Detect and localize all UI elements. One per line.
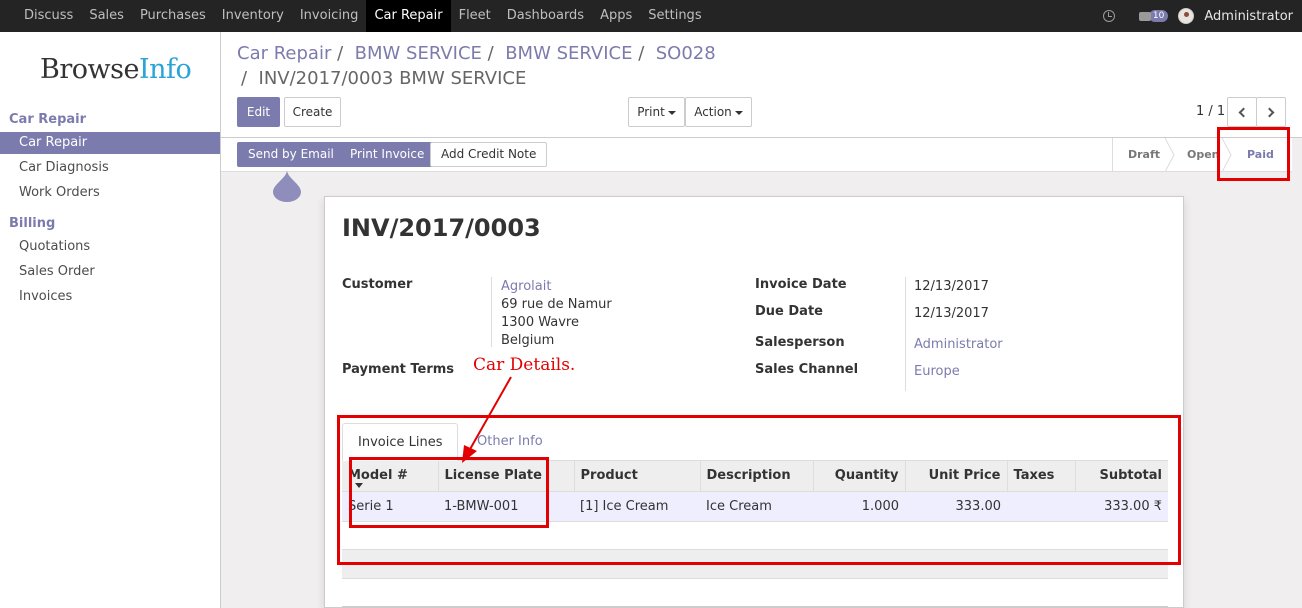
customer-address-street: 69 rue de Namur: [501, 297, 612, 312]
annotation-car-details-label: Car Details.: [473, 355, 576, 375]
sidebar-item-sales-order[interactable]: Sales Order: [0, 261, 220, 283]
status-divider: [1112, 138, 1113, 172]
menu-discuss[interactable]: Discuss: [16, 0, 81, 32]
menu-fleet[interactable]: Fleet: [451, 0, 499, 32]
chevron-left-icon: [1238, 107, 1249, 118]
customer-link[interactable]: Agrolait: [501, 279, 551, 294]
message-count-badge: 10: [1148, 10, 1169, 22]
field-divider: [491, 277, 492, 347]
field-divider: [905, 277, 906, 391]
tip-droplet-icon: [273, 170, 301, 202]
caret-down-icon: [667, 110, 676, 115]
menu-dashboards[interactable]: Dashboards: [499, 0, 592, 32]
annotation-box-car-details: [349, 457, 549, 528]
sidebar-item-work-orders[interactable]: Work Orders: [0, 182, 220, 204]
caret-down-icon: [734, 110, 743, 115]
company-logo: BrowseInfo: [40, 54, 192, 85]
chevron-right-icon: [1264, 107, 1275, 118]
menu-purchases[interactable]: Purchases: [132, 0, 214, 32]
customer-label: Customer: [342, 277, 413, 292]
stage-draft[interactable]: Draft: [1128, 138, 1160, 172]
breadcrumb-bmw-service-2[interactable]: BMW SERVICE: [505, 43, 632, 64]
edit-button[interactable]: Edit: [237, 97, 280, 127]
sidebar-item-invoices[interactable]: Invoices: [0, 286, 220, 308]
salesperson-link[interactable]: Administrator: [914, 337, 1003, 352]
clock-icon[interactable]: [1102, 10, 1115, 22]
print-invoice-button[interactable]: Print Invoice: [339, 142, 436, 167]
page-title: INV/2017/0003 BMW SERVICE: [258, 68, 527, 89]
due-date-value: 12/13/2017: [914, 306, 989, 321]
action-dropdown[interactable]: Action: [685, 97, 752, 127]
salesperson-label: Salesperson: [755, 335, 845, 350]
top-navbar: Discuss Sales Purchases Inventory Invoic…: [0, 0, 1302, 32]
breadcrumb-so028[interactable]: SO028: [656, 43, 716, 64]
menu-inventory[interactable]: Inventory: [214, 0, 292, 32]
avatar[interactable]: [1178, 8, 1195, 24]
sidebar-item-car-diagnosis[interactable]: Car Diagnosis: [0, 157, 220, 179]
user-menu[interactable]: Administrator: [1204, 9, 1293, 24]
customer-address-country: Belgium: [501, 333, 555, 348]
send-by-email-button[interactable]: Send by Email: [237, 142, 345, 167]
invoice-date-value: 12/13/2017: [914, 279, 989, 294]
sidebar-item-quotations[interactable]: Quotations: [0, 236, 220, 258]
systray: 10 Administrator: [1102, 0, 1293, 32]
menu-settings[interactable]: Settings: [640, 0, 709, 32]
sidebar-section-car-repair[interactable]: Car Repair: [9, 112, 86, 127]
messaging-button[interactable]: 10: [1138, 10, 1169, 22]
control-panel: Car Repair / BMW SERVICE / BMW SERVICE /…: [221, 32, 1302, 138]
pager-previous-button[interactable]: [1227, 97, 1257, 127]
payment-terms-label: Payment Terms: [342, 362, 455, 377]
form-statusbar: Send by Email Print Invoice Add Credit N…: [221, 138, 1292, 172]
menu-apps[interactable]: Apps: [592, 0, 640, 32]
annotation-box-paid: [1217, 127, 1290, 181]
sales-channel-label: Sales Channel: [755, 362, 859, 377]
chat-icon: [1138, 11, 1151, 21]
breadcrumb: Car Repair / BMW SERVICE / BMW SERVICE /…: [237, 43, 716, 64]
print-dropdown[interactable]: Print: [628, 97, 685, 127]
app-menu: Discuss Sales Purchases Inventory Invoic…: [0, 0, 710, 32]
due-date-label: Due Date: [755, 304, 823, 319]
sidebar-section-billing[interactable]: Billing: [9, 216, 55, 231]
breadcrumb-car-repair[interactable]: Car Repair: [237, 43, 331, 64]
sidebar-item-car-repair[interactable]: Car Repair: [0, 132, 220, 154]
stage-separator-icon: [1164, 138, 1175, 172]
menu-sales[interactable]: Sales: [81, 0, 132, 32]
sidebar: BrowseInfo Car Repair Car Repair Car Dia…: [0, 32, 221, 608]
create-button[interactable]: Create: [284, 97, 341, 127]
invoice-date-label: Invoice Date: [755, 277, 847, 292]
annotation-arrow-icon: [462, 376, 512, 463]
stage-open[interactable]: Open: [1187, 138, 1220, 172]
menu-invoicing[interactable]: Invoicing: [292, 0, 367, 32]
breadcrumb-bmw-service-1[interactable]: BMW SERVICE: [355, 43, 482, 64]
sales-channel-link[interactable]: Europe: [914, 364, 960, 379]
pager-next-button[interactable]: [1256, 97, 1286, 127]
pager-value[interactable]: 1 / 1: [1196, 104, 1225, 119]
menu-car-repair[interactable]: Car Repair: [366, 0, 451, 32]
breadcrumb-current: / INV/2017/0003 BMW SERVICE: [241, 68, 527, 89]
invoice-number: INV/2017/0003: [342, 214, 541, 242]
customer-address-city: 1300 Wavre: [501, 315, 579, 330]
add-credit-note-button[interactable]: Add Credit Note: [430, 142, 548, 167]
